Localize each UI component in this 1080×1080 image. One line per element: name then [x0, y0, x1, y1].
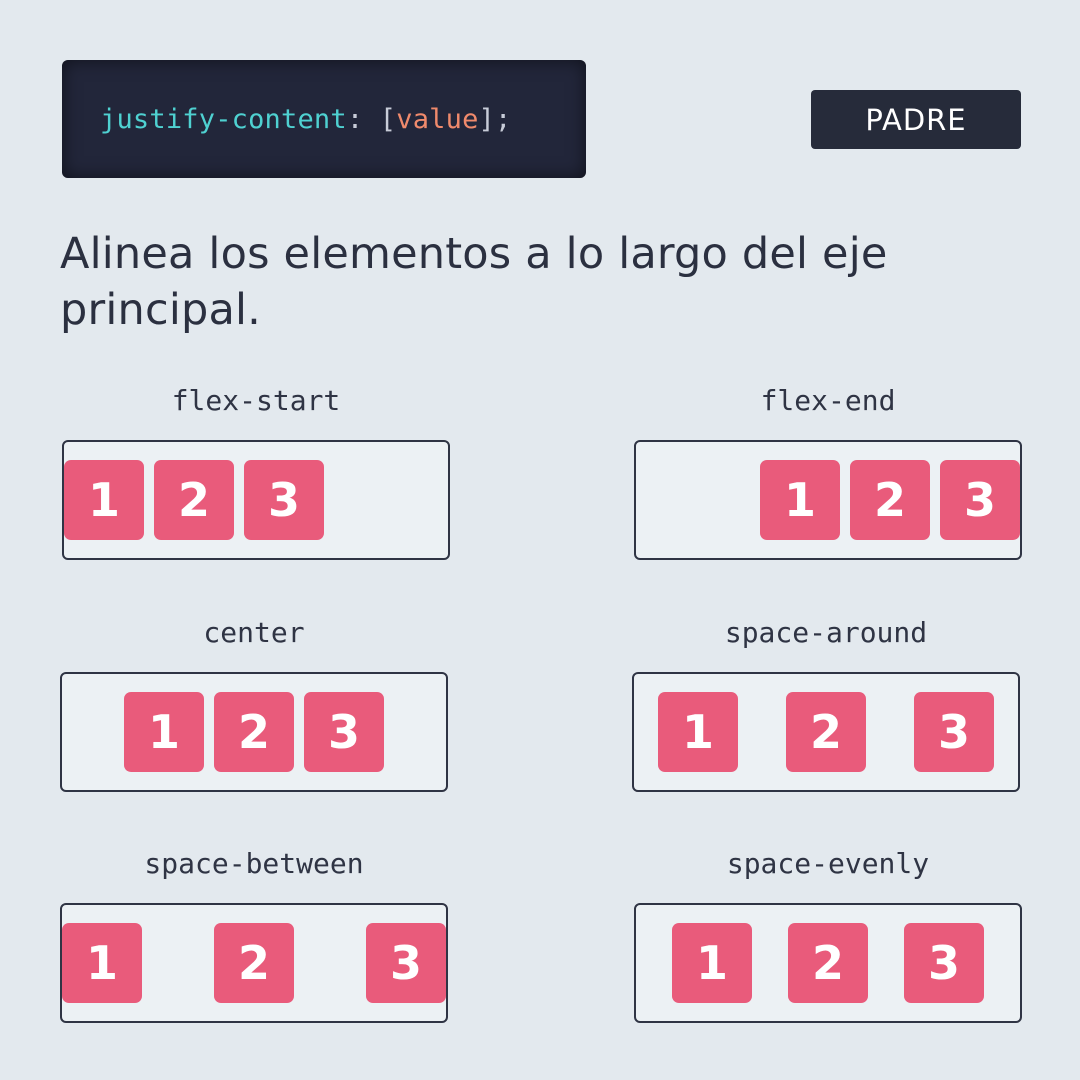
flex-item: 2	[154, 460, 234, 540]
flex-container: 1 2 3	[60, 672, 448, 792]
flex-item: 1	[62, 923, 142, 1003]
flex-item: 1	[672, 923, 752, 1003]
flex-item: 2	[786, 692, 866, 772]
flex-item: 1	[64, 460, 144, 540]
flex-item: 2	[850, 460, 930, 540]
example-label: space-around	[724, 616, 928, 649]
flex-item: 3	[304, 692, 384, 772]
example-label: space-evenly	[726, 847, 930, 880]
flex-item: 3	[244, 460, 324, 540]
flex-item: 3	[940, 460, 1020, 540]
flex-item: 3	[366, 923, 446, 1003]
example-center: center 1 2 3	[60, 616, 448, 792]
flex-item: 2	[214, 692, 294, 772]
example-space-around: space-around 1 2 3	[632, 616, 1020, 792]
example-label: space-between	[144, 847, 364, 880]
flex-item: 2	[788, 923, 868, 1003]
flex-item: 1	[760, 460, 840, 540]
example-space-between: space-between 1 2 3	[60, 847, 448, 1023]
example-label: flex-end	[760, 384, 896, 417]
example-space-evenly: space-evenly 1 2 3	[634, 847, 1022, 1023]
code-snippet: justify-content: [value];	[62, 60, 586, 178]
example-flex-end: flex-end 1 2 3	[634, 384, 1022, 560]
flex-container: 1 2 3	[634, 903, 1022, 1023]
code-colon: :	[346, 103, 364, 135]
flex-item: 3	[904, 923, 984, 1003]
flex-container: 1 2 3	[632, 672, 1020, 792]
example-label: flex-start	[171, 384, 341, 417]
flex-item: 2	[214, 923, 294, 1003]
code-close: ];	[478, 103, 512, 135]
flex-container: 1 2 3	[60, 903, 448, 1023]
code-property: justify-content	[100, 103, 347, 135]
code-open-bracket: [	[379, 103, 397, 135]
flex-item: 1	[124, 692, 204, 772]
example-flex-start: flex-start 1 2 3	[62, 384, 450, 560]
flex-container: 1 2 3	[62, 440, 450, 560]
flex-container: 1 2 3	[634, 440, 1022, 560]
description-text: Alinea los elementos a lo largo del eje …	[60, 229, 888, 335]
code-value: value	[396, 103, 479, 135]
example-label: center	[203, 616, 305, 649]
flex-item: 3	[914, 692, 994, 772]
flex-item: 1	[658, 692, 738, 772]
parent-badge: PADRE	[811, 90, 1021, 149]
